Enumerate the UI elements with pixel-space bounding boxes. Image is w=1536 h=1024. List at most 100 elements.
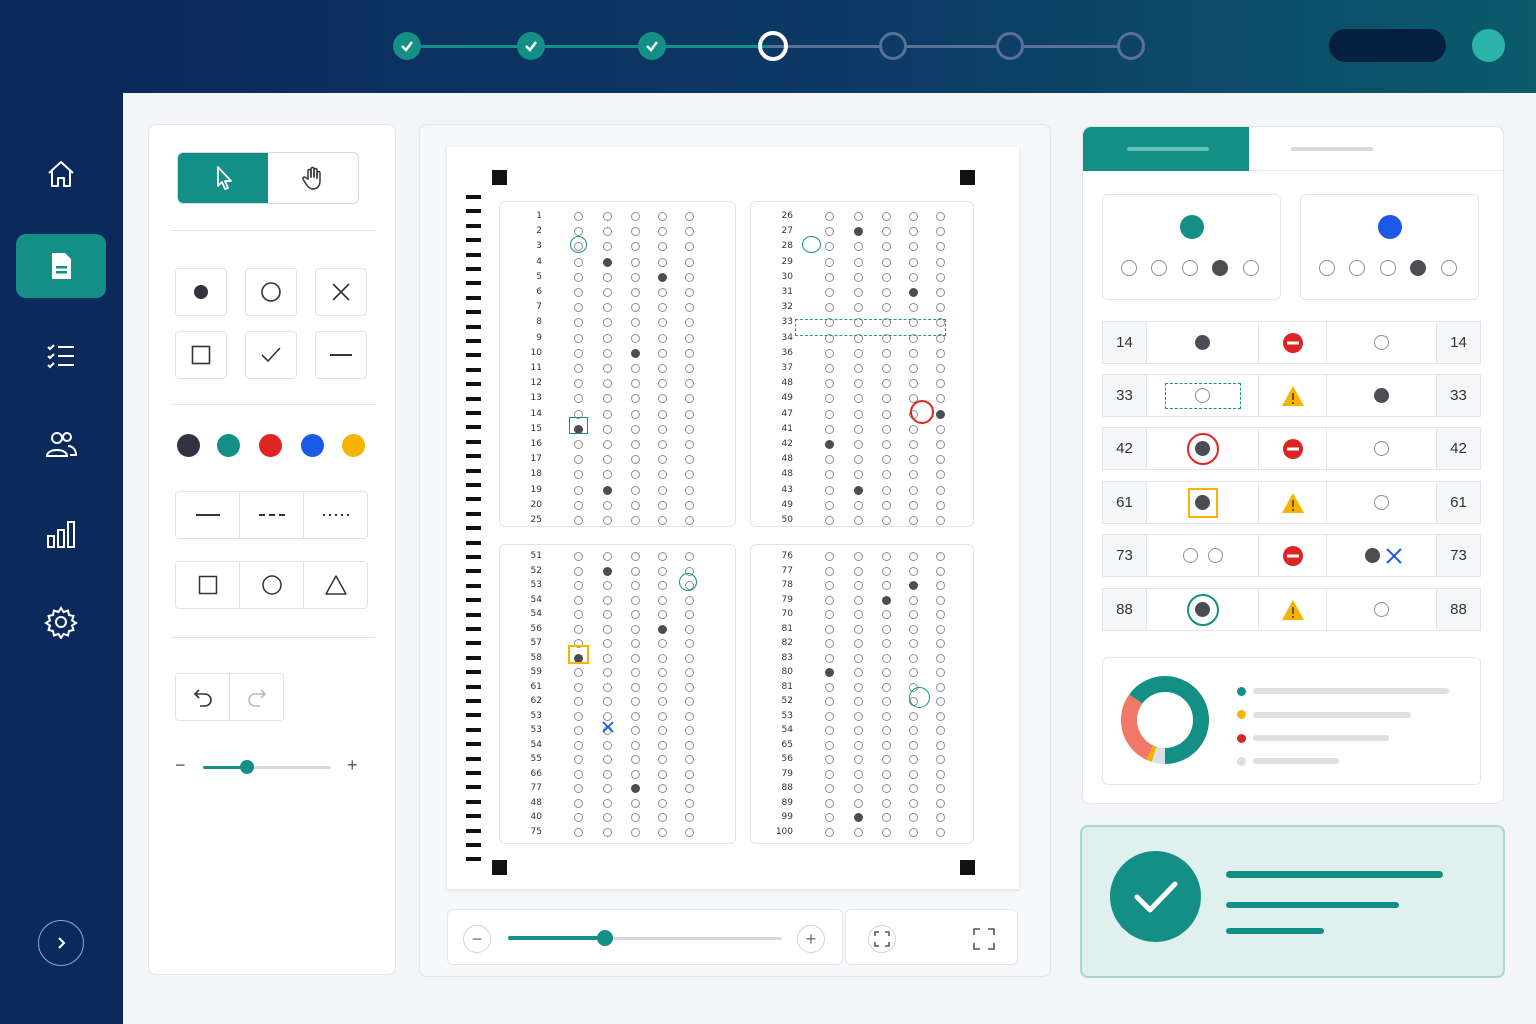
answer-bubble[interactable]: [882, 668, 891, 677]
answer-bubble[interactable]: [882, 242, 891, 252]
step-1[interactable]: [393, 32, 421, 60]
answer-bubble[interactable]: [936, 470, 945, 480]
answer-bubble[interactable]: [909, 364, 918, 373]
answer-bubble[interactable]: [685, 682, 694, 692]
answer-bubble[interactable]: [936, 784, 945, 793]
answer-bubble[interactable]: [603, 653, 612, 663]
answer-bubble[interactable]: [574, 257, 583, 267]
answer-bubble[interactable]: [909, 227, 918, 237]
sidebar-item-analytics[interactable]: [16, 502, 106, 566]
answer-bubble[interactable]: [574, 470, 583, 480]
answer-bubble[interactable]: [854, 424, 863, 434]
answer-bubble[interactable]: [825, 212, 834, 221]
answer-bubble[interactable]: [882, 500, 891, 510]
answer-bubble[interactable]: [631, 242, 640, 252]
fullscreen-button[interactable]: [969, 924, 999, 954]
answer-bubble[interactable]: [685, 827, 694, 837]
answer-bubble[interactable]: [574, 500, 583, 510]
answer-bubble[interactable]: [603, 318, 612, 328]
answer-bubble[interactable]: [574, 798, 583, 808]
answer-bubble[interactable]: [882, 610, 891, 619]
answer-bubble[interactable]: [936, 303, 945, 313]
answer-bubble[interactable]: [825, 639, 834, 648]
answer-bubble[interactable]: [685, 470, 694, 480]
answer-bubble[interactable]: [658, 516, 667, 525]
answer-bubble[interactable]: [685, 624, 694, 634]
answer-bubble[interactable]: [854, 726, 863, 735]
answer-bubble[interactable]: [603, 257, 612, 267]
answer-bubble[interactable]: [936, 566, 945, 576]
answer-bubble[interactable]: [685, 272, 694, 282]
answer-bubble[interactable]: [882, 755, 891, 764]
answer-bubble[interactable]: [631, 257, 640, 267]
dotted-line-button[interactable]: [304, 492, 367, 538]
answer-bubble[interactable]: [882, 595, 891, 605]
answer-bubble[interactable]: [603, 610, 612, 619]
answer-bubble[interactable]: [574, 784, 583, 793]
answer-bubble[interactable]: [882, 227, 891, 237]
answer-bubble[interactable]: [825, 726, 834, 735]
answer-bubble[interactable]: [658, 318, 667, 328]
answer-bubble[interactable]: [603, 212, 612, 221]
answer-bubble[interactable]: [936, 726, 945, 735]
answer-bubble[interactable]: [574, 827, 583, 837]
answer-bubble[interactable]: [936, 813, 945, 822]
answer-bubble[interactable]: [603, 379, 612, 389]
answer-bubble[interactable]: [658, 726, 667, 735]
answer-bubble[interactable]: [854, 595, 863, 605]
answer-bubble[interactable]: [825, 653, 834, 663]
answer-bubble[interactable]: [854, 303, 863, 313]
mark-square-button[interactable]: [175, 331, 227, 379]
answer-bubble[interactable]: [825, 394, 834, 404]
answer-bubble[interactable]: [574, 333, 583, 343]
answer-bubble[interactable]: [854, 740, 863, 750]
teal-box-annotation[interactable]: [569, 417, 588, 434]
red-circle-annotation[interactable]: [910, 400, 934, 424]
answer-bubble[interactable]: [631, 595, 640, 605]
sidebar-expand-button[interactable]: [38, 920, 84, 966]
answer-bubble[interactable]: [631, 653, 640, 663]
answer-bubble[interactable]: [882, 653, 891, 663]
answer-bubble[interactable]: [936, 409, 945, 419]
answer-bubble[interactable]: [658, 552, 667, 561]
blue-cross-annotation[interactable]: [602, 721, 614, 733]
answer-bubble[interactable]: [854, 798, 863, 808]
answer-bubble[interactable]: [909, 813, 918, 822]
answer-bubble[interactable]: [574, 552, 583, 561]
answer-bubble[interactable]: [603, 516, 612, 525]
answer-bubble[interactable]: [603, 227, 612, 237]
answer-bubble[interactable]: [603, 272, 612, 282]
answer-bubble[interactable]: [825, 566, 834, 576]
answer-bubble[interactable]: [825, 379, 834, 389]
answer-bubble[interactable]: [909, 470, 918, 480]
answer-bubble[interactable]: [631, 212, 640, 221]
answer-bubble[interactable]: [603, 348, 612, 358]
answer-bubble[interactable]: [909, 288, 918, 297]
answer-bubble[interactable]: [854, 813, 863, 822]
undo-button[interactable]: [176, 674, 230, 720]
color-swatch-yellow[interactable]: [342, 434, 365, 457]
answer-bubble[interactable]: [603, 566, 612, 576]
answer-bubble[interactable]: [685, 784, 694, 793]
answer-bubble[interactable]: [936, 455, 945, 465]
answer-bubble[interactable]: [631, 740, 640, 750]
answer-key-card-teal[interactable]: [1102, 194, 1281, 300]
answer-bubble[interactable]: [882, 624, 891, 634]
answer-bubble[interactable]: [631, 364, 640, 373]
answer-bubble[interactable]: [909, 653, 918, 663]
answer-bubble[interactable]: [574, 813, 583, 822]
answer-bubble[interactable]: [574, 595, 583, 605]
answer-bubble[interactable]: [574, 610, 583, 619]
answer-bubble[interactable]: [574, 440, 583, 449]
answer-bubble[interactable]: [631, 668, 640, 677]
answer-bubble[interactable]: [882, 257, 891, 267]
answer-bubble[interactable]: [854, 440, 863, 449]
answer-bubble[interactable]: [825, 610, 834, 619]
answer-bubble[interactable]: [631, 813, 640, 822]
answer-bubble[interactable]: [685, 364, 694, 373]
answer-bubble[interactable]: [685, 726, 694, 735]
answer-bubble[interactable]: [882, 813, 891, 822]
answer-bubble[interactable]: [936, 697, 945, 706]
answer-bubble[interactable]: [909, 303, 918, 313]
answer-bubble[interactable]: [854, 610, 863, 619]
